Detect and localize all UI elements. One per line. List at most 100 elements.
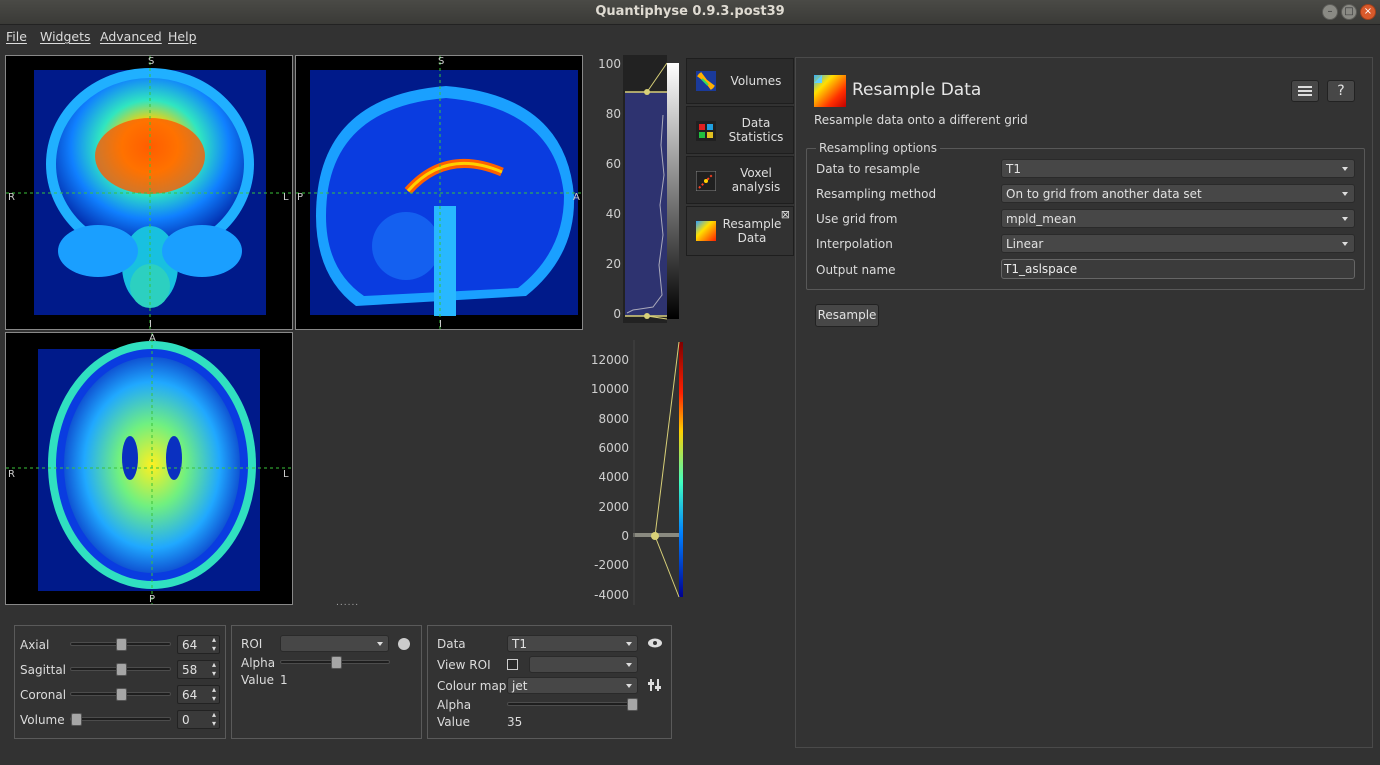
volume-spinbox[interactable]: 0 <box>177 710 220 729</box>
orientation-left: R <box>8 192 15 203</box>
colormap-levels-widget[interactable]: 12000 10000 8000 6000 4000 2000 0 -2000 … <box>585 340 685 605</box>
tab-label-line2: Statistics <box>728 130 784 144</box>
data-alpha-slider[interactable] <box>507 698 638 711</box>
resample-icon <box>814 75 846 107</box>
axial-slider[interactable] <box>70 638 171 651</box>
tab-label-line1: Voxel <box>740 166 772 180</box>
hist-tick: 100 <box>598 57 621 71</box>
roi-alpha-slider[interactable] <box>280 656 390 669</box>
level-tick: 10000 <box>590 382 629 396</box>
resampling-method-select[interactable]: On to grid from another data set <box>1001 184 1355 203</box>
close-button[interactable]: × <box>1360 4 1376 20</box>
splitter-handle[interactable]: ...... <box>336 598 359 608</box>
level-tick: -4000 <box>594 588 629 602</box>
panel-menu-button[interactable] <box>1291 80 1319 102</box>
hist-tick: 0 <box>613 307 621 321</box>
interpolation-select[interactable]: Linear <box>1001 234 1355 253</box>
tab-voxel-analysis[interactable]: Voxel analysis <box>686 156 794 204</box>
resample-panel: Resample Data ? Resample data onto a dif… <box>795 57 1373 748</box>
roi-select[interactable] <box>280 635 389 652</box>
volume-slider[interactable] <box>70 713 171 726</box>
histogram-widget[interactable]: 100 80 60 40 20 0 <box>595 55 683 323</box>
hist-tick: 20 <box>605 257 621 271</box>
interpolation-label: Interpolation <box>816 237 893 251</box>
data-to-resample-select[interactable]: T1 <box>1001 159 1355 178</box>
orientation-bottom: I <box>439 319 442 330</box>
close-tab-icon[interactable]: ⊠ <box>781 208 790 221</box>
colour-map-select[interactable]: jet <box>507 677 638 694</box>
sagittal-slider[interactable] <box>70 663 171 676</box>
axial-view[interactable]: A P R L <box>5 332 293 605</box>
orientation-top: A <box>149 333 156 344</box>
colormap-levels-plot <box>633 340 683 605</box>
slider-handle[interactable] <box>627 698 638 711</box>
use-grid-from-label: Use grid from <box>816 212 898 226</box>
roi-alpha-label: Alpha <box>241 656 276 670</box>
hist-tick: 40 <box>605 207 621 221</box>
orientation-left: R <box>8 469 15 480</box>
level-tick: 4000 <box>598 470 629 484</box>
widget-tabs: Volumes Data Statistics Voxel analysis R… <box>686 58 794 258</box>
axial-spinbox[interactable]: 64 <box>177 635 220 654</box>
output-name-input[interactable]: T1_aslspace <box>1001 259 1355 279</box>
slider-handle[interactable] <box>116 663 127 676</box>
output-name-label: Output name <box>816 263 896 277</box>
level-tick: 6000 <box>598 441 629 455</box>
menu-bar: File Widgets Advanced Help <box>0 26 1380 48</box>
view-roi-checkbox[interactable] <box>507 659 518 670</box>
menu-advanced[interactable]: Advanced <box>100 29 162 44</box>
coronal-spinbox[interactable]: 64 <box>177 685 220 704</box>
tab-data-statistics[interactable]: Data Statistics <box>686 106 794 154</box>
data-select[interactable]: T1 <box>507 635 638 652</box>
roi-label: ROI <box>241 637 263 651</box>
data-value: 35 <box>507 715 523 729</box>
coronal-view[interactable]: S I R L <box>5 55 293 330</box>
menu-help[interactable]: Help <box>168 29 197 44</box>
tab-label-line1: Resample <box>722 217 782 231</box>
tab-resample-data[interactable]: Resample Data ⊠ <box>686 206 794 256</box>
group-title: Resampling options <box>816 141 940 155</box>
level-tick: 12000 <box>590 353 629 367</box>
slider-handle[interactable] <box>116 638 127 651</box>
data-label: Data <box>437 637 466 651</box>
histogram-plot <box>623 55 679 323</box>
level-tick: 8000 <box>598 412 629 426</box>
hist-tick: 80 <box>605 107 621 121</box>
sagittal-spinbox[interactable]: 58 <box>177 660 220 679</box>
use-grid-from-select[interactable]: mpld_mean <box>1001 209 1355 228</box>
title-bar: Quantiphyse 0.9.3.post39 – □ × <box>0 0 1380 25</box>
menu-file[interactable]: File <box>6 29 27 44</box>
sagittal-label: Sagittal <box>20 663 67 677</box>
orientation-left: P <box>297 192 304 203</box>
maximize-button[interactable]: □ <box>1341 4 1357 20</box>
coronal-slider[interactable] <box>70 688 171 701</box>
orientation-top: S <box>148 56 155 67</box>
menu-widgets[interactable]: Widgets <box>40 29 91 44</box>
tab-volumes[interactable]: Volumes <box>686 58 794 104</box>
eye-icon[interactable] <box>647 638 663 648</box>
slider-handle[interactable] <box>71 713 82 726</box>
resample-icon <box>696 221 716 241</box>
list-icon <box>1298 86 1312 96</box>
volume-label: Volume <box>20 713 65 727</box>
resample-button[interactable]: Resample <box>815 304 879 327</box>
data-alpha-label: Alpha <box>437 698 472 712</box>
view-roi-label: View ROI <box>437 658 491 672</box>
slider-handle[interactable] <box>331 656 342 669</box>
orientation-bottom: I <box>149 319 152 330</box>
roi-visibility-toggle[interactable] <box>398 638 410 650</box>
resampling-method-label: Resampling method <box>816 187 937 201</box>
view-roi-select[interactable] <box>529 656 638 673</box>
orientation-right: L <box>283 192 289 203</box>
minimize-button[interactable]: – <box>1322 4 1338 20</box>
roi-value-label: Value <box>241 673 274 687</box>
axial-label: Axial <box>20 638 50 652</box>
panel-description: Resample data onto a different grid <box>814 113 1028 127</box>
slider-handle[interactable] <box>116 688 127 701</box>
roi-value: 1 <box>280 673 288 687</box>
sagittal-view[interactable]: S I P A <box>295 55 583 330</box>
help-button[interactable]: ? <box>1327 80 1355 102</box>
orientation-right: A <box>573 192 580 203</box>
data-overlay-box: Data T1 View ROI Colour map jet Alpha Va… <box>427 625 672 739</box>
levels-icon[interactable] <box>648 679 662 691</box>
